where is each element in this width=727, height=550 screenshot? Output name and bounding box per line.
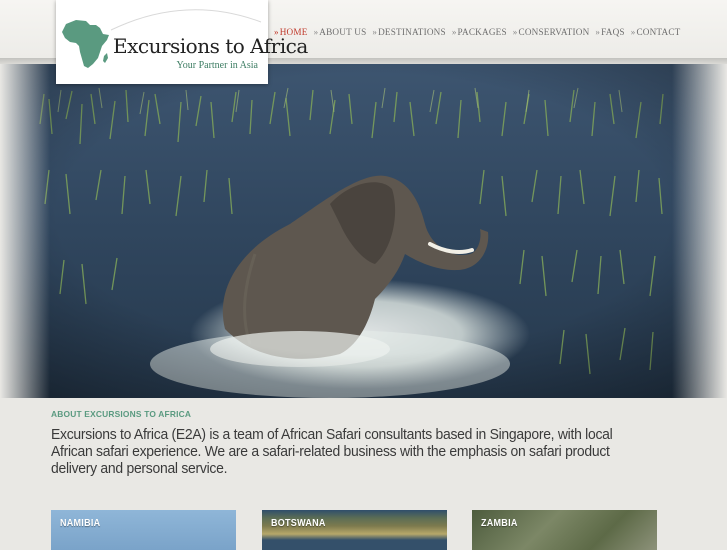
nav-about-us[interactable]: » ABOUT US bbox=[314, 25, 367, 39]
nav-conservation[interactable]: » CONSERVATION bbox=[513, 25, 590, 39]
hero-edge-fade bbox=[0, 64, 727, 398]
nav-destinations[interactable]: » DESTINATIONS bbox=[372, 25, 445, 39]
hero-banner bbox=[0, 64, 727, 398]
nav-contact[interactable]: » CONTACT bbox=[631, 25, 681, 39]
about-heading: ABOUT EXCURSIONS TO AFRICA bbox=[51, 409, 192, 419]
main-nav: » HOME » ABOUT US » DESTINATIONS » PACKAGES … bbox=[274, 25, 687, 39]
card-label: BOTSWANA bbox=[271, 518, 326, 529]
logo-title: Excursions to Africa bbox=[113, 34, 308, 58]
destination-card-namibia[interactable]: NAMIBIA bbox=[51, 510, 236, 550]
nav-label: FAQS bbox=[601, 27, 625, 37]
chevron-icon: » bbox=[595, 27, 601, 37]
card-label: NAMIBIA bbox=[60, 518, 101, 529]
africa-map-icon bbox=[62, 20, 109, 68]
nav-label: DESTINATIONS bbox=[378, 27, 446, 37]
chevron-icon: » bbox=[313, 27, 319, 37]
logo-tagline: Your Partner in Asia bbox=[176, 60, 258, 71]
card-label: ZAMBIA bbox=[481, 518, 518, 529]
destination-card-botswana[interactable]: BOTSWANA bbox=[262, 510, 447, 550]
chevron-icon: » bbox=[630, 27, 636, 37]
nav-label: PACKAGES bbox=[457, 27, 507, 37]
chevron-icon: » bbox=[512, 27, 518, 37]
logo[interactable]: Excursions to Africa Your Partner in Asi… bbox=[56, 0, 308, 84]
nav-label: ABOUT US bbox=[319, 27, 367, 37]
chevron-icon: » bbox=[372, 27, 378, 37]
nav-label: CONTACT bbox=[636, 27, 681, 37]
chevron-icon: » bbox=[451, 27, 457, 37]
destination-card-zambia[interactable]: ZAMBIA bbox=[472, 510, 657, 550]
nav-faqs[interactable]: » FAQS bbox=[595, 25, 624, 39]
about-text: Excursions to Africa (E2A) is a team of … bbox=[51, 426, 613, 477]
nav-packages[interactable]: » PACKAGES bbox=[452, 25, 507, 39]
nav-label: CONSERVATION bbox=[518, 27, 590, 37]
